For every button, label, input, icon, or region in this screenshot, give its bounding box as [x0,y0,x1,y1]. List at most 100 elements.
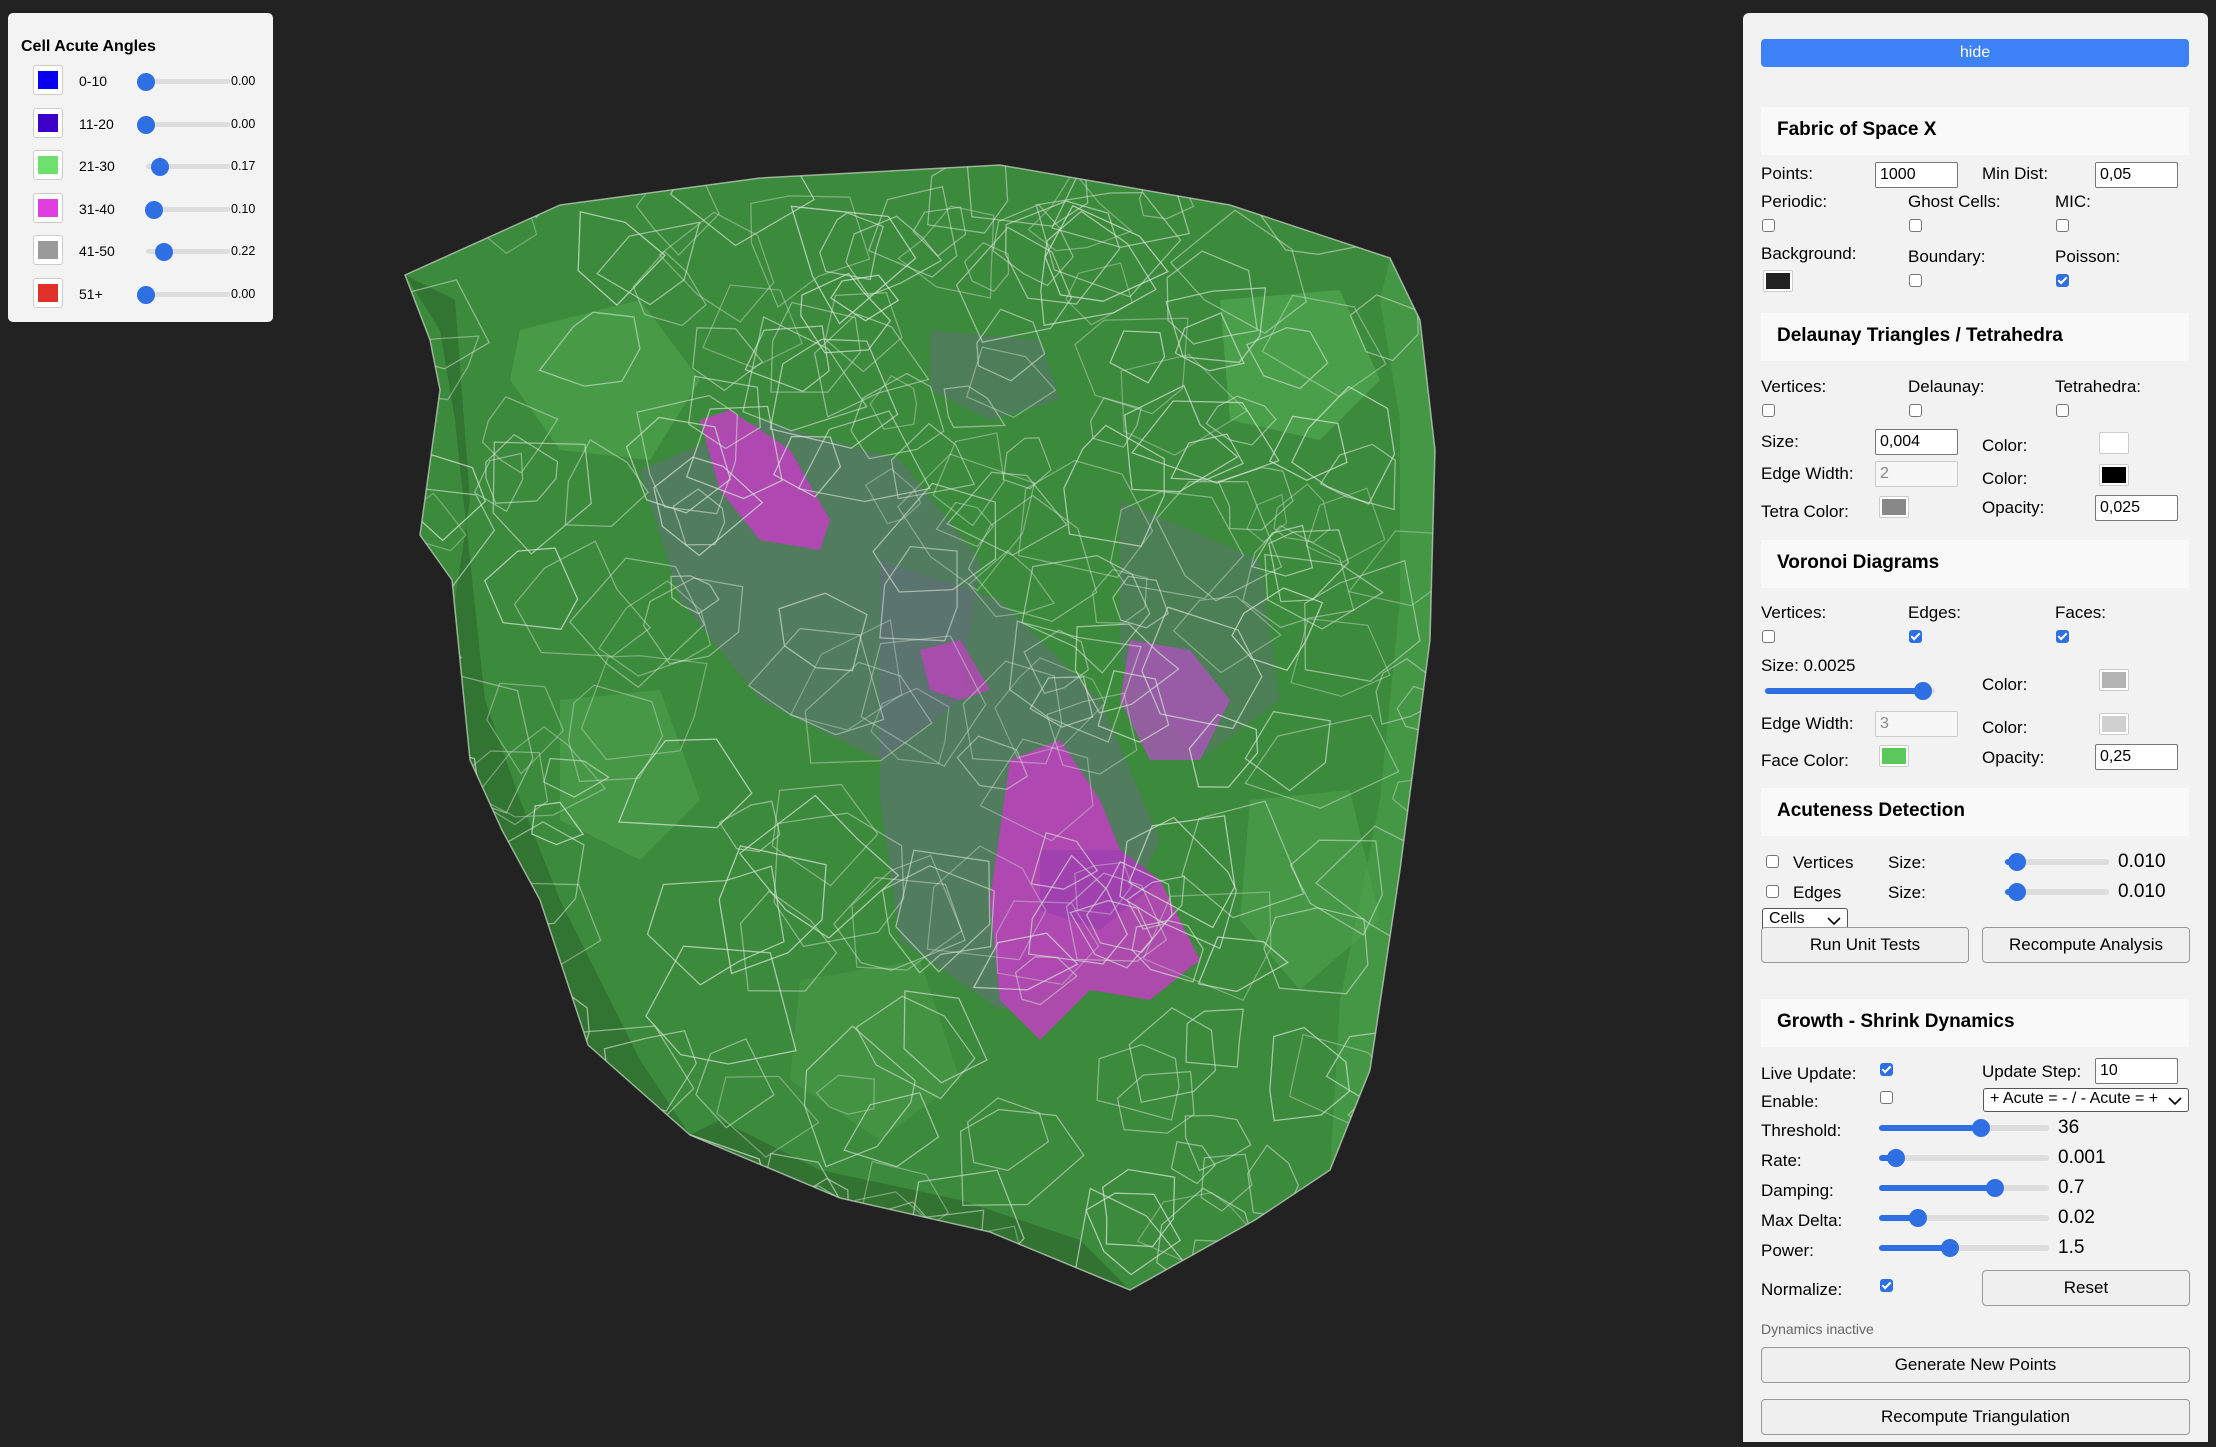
background-color-picker[interactable] [1763,270,1793,292]
threshold-value: 36 [2058,1117,2080,1138]
legend-weight-slider-thumb[interactable] [137,115,155,134]
points-input[interactable] [1875,162,1958,188]
hide-button[interactable]: hide [1761,39,2189,67]
damping-slider[interactable] [1879,1179,2049,1197]
tetrahedra-checkbox[interactable] [2056,404,2069,417]
delaunay-edge-color-picker[interactable] [2099,464,2129,486]
face-color-picker[interactable] [1879,745,1909,767]
voronoi-color1-label: Color: [1982,675,2028,694]
update-step-input[interactable] [2095,1058,2178,1084]
tetra-color-label: Tetra Color: [1761,502,1849,521]
power-value: 1.5 [2058,1237,2085,1258]
legend-weight-value: 0.10 [231,201,256,216]
max-delta-value: 0.02 [2058,1207,2095,1228]
voronoi-faces-checkbox[interactable] [2056,630,2069,643]
legend-weight-slider[interactable] [146,158,230,177]
enable-label: Enable: [1761,1092,1819,1111]
rate-slider[interactable] [1879,1149,2049,1167]
voronoi-vertices-checkbox[interactable] [1762,630,1775,643]
max-delta-label: Max Delta: [1761,1211,1843,1230]
legend-color-picker[interactable] [33,192,63,223]
rate-slider-thumb[interactable] [1887,1149,1905,1167]
voronoi-edge-color-picker[interactable] [2099,713,2129,735]
voronoi-color2-label: Color: [1982,718,2028,737]
poisson-label: Poisson: [2055,247,2121,266]
enable-checkbox[interactable] [1880,1091,1893,1104]
periodic-checkbox[interactable] [1762,219,1775,232]
voronoi-opacity-input[interactable] [2095,744,2178,770]
legend-color-picker[interactable] [33,235,63,266]
damping-slider-thumb[interactable] [1985,1179,2004,1197]
voronoi-cell-edge [1334,1126,1414,1195]
legend-weight-slider[interactable] [137,115,230,134]
acute-edge-size-slider[interactable] [2005,883,2109,901]
min-dist-input[interactable] [2095,162,2178,188]
voronoi-cell-edge [562,1190,655,1254]
acute-vertex-size-slider[interactable] [2005,853,2109,871]
delaunay-edge-width-input[interactable] [1875,461,1958,487]
run-unit-tests-button[interactable]: Run Unit Tests [1761,927,1969,963]
legend-color-picker[interactable] [33,150,63,181]
legend-weight-slider-thumb[interactable] [137,73,155,91]
delaunay-checkbox[interactable] [1909,404,1922,417]
acute-vertex-size-slider-thumb[interactable] [2008,853,2027,871]
background-label: Background: [1761,244,1857,263]
legend-weight-slider-thumb[interactable] [155,243,174,262]
boundary-checkbox[interactable] [1909,274,1922,287]
acute-vertices-checkbox[interactable] [1766,855,1779,868]
acute-vertices-label: Vertices [1793,853,1854,872]
delaunay-opacity-input[interactable] [2095,495,2178,521]
reset-button[interactable]: Reset [1982,1270,2190,1306]
voronoi-cell-edge [1370,1049,1435,1107]
points-label: Points: [1761,164,1813,183]
legend-weight-slider[interactable] [137,73,230,91]
voronoi-cell-edge [1339,1136,1409,1211]
legend-color-picker[interactable] [33,65,63,95]
legend-weight-slider[interactable] [145,200,230,219]
acute-edges-checkbox[interactable] [1766,885,1779,898]
legend-color-picker[interactable] [33,107,63,138]
damping-label: Damping: [1761,1181,1834,1200]
live-update-checkbox[interactable] [1880,1063,1893,1076]
legend-weight-slider[interactable] [137,285,230,304]
ghost-cells-checkbox[interactable] [1909,219,1922,232]
legend-weight-slider[interactable] [146,243,230,262]
legend-range-label: 11-20 [79,115,114,132]
delaunay-color2-label: Color: [1982,469,2028,488]
delaunay-vertex-color-picker[interactable] [2099,432,2129,454]
acute-mode-value: Cells [1769,910,1805,927]
recompute-analysis-button[interactable]: Recompute Analysis [1982,927,2190,963]
voronoi-edge-width-input[interactable] [1875,711,1958,737]
voronoi-size-slider-thumb[interactable] [1914,682,1933,700]
voronoi-size-slider[interactable] [1765,682,1935,700]
voronoi-vertices-label: Vertices: [1761,603,1827,622]
power-slider-thumb[interactable] [1941,1239,1960,1257]
delaunay-size-input[interactable] [1875,429,1958,455]
background-color-swatch [1766,273,1790,289]
voronoi-edges-checkbox[interactable] [1909,630,1922,643]
threshold-slider-thumb[interactable] [1972,1119,1990,1137]
legend-weight-slider-thumb[interactable] [151,158,170,177]
recompute-triangulation-button[interactable]: Recompute Triangulation [1761,1399,2190,1435]
power-slider[interactable] [1879,1239,2049,1257]
mic-checkbox[interactable] [2056,219,2069,232]
delaunay-vertices-checkbox[interactable] [1762,404,1775,417]
tetra-color-picker[interactable] [1879,496,1909,518]
legend-weight-slider-thumb[interactable] [137,285,155,304]
poisson-checkbox[interactable] [2056,274,2069,287]
max-delta-slider[interactable] [1879,1209,2049,1227]
acute-edge-size-slider-thumb[interactable] [2008,883,2027,901]
legend-weight-slider-thumb[interactable] [145,200,164,219]
mic-label: MIC: [2055,192,2091,211]
legend-color-picker[interactable] [33,277,63,308]
voronoi-vertex-color-picker[interactable] [2099,669,2129,691]
generate-new-points-button[interactable]: Generate New Points [1761,1347,2190,1383]
max-delta-slider-thumb[interactable] [1909,1209,1928,1227]
chevron-down-icon [2166,1093,2182,1111]
threshold-slider[interactable] [1879,1119,2049,1137]
tetrahedra-label: Tetrahedra: [2055,377,2141,396]
growth-mode-select[interactable]: + Acute = - / - Acute = + [1983,1088,2189,1112]
damping-slider-fill [1879,1185,1995,1191]
legend-weight-value: 0.00 [231,286,256,301]
normalize-checkbox[interactable] [1880,1279,1893,1292]
